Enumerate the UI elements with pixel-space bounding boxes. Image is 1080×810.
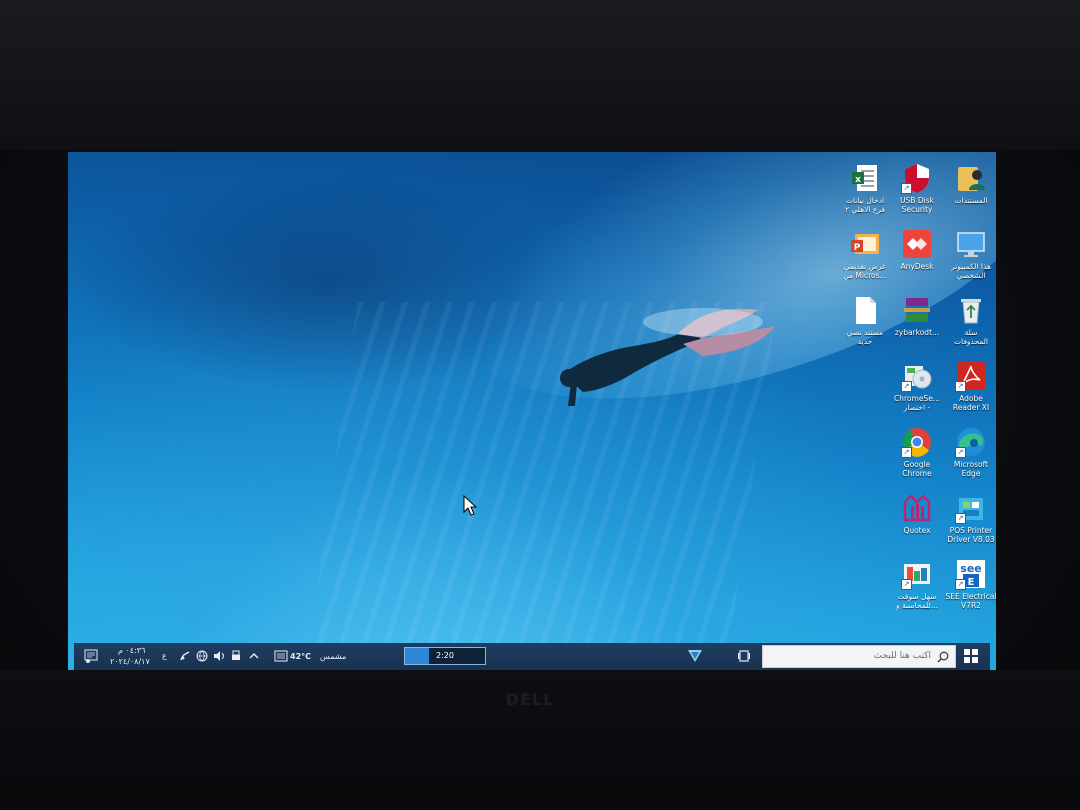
monitor-brand-logo: DELL (505, 690, 555, 709)
shortcut-arrow-icon: ↗ (955, 579, 966, 590)
computer-icon (955, 228, 987, 260)
monitor-bezel-top (0, 0, 1080, 150)
search-icon (937, 651, 949, 663)
office-document-icon: P (849, 228, 881, 260)
edge-icon: ↗ (955, 426, 987, 458)
desktop-icon-recycle-bin[interactable]: سلة المحذوفات (944, 294, 996, 346)
shortcut-arrow-icon: ↗ (901, 381, 912, 392)
usb-device-icon[interactable] (230, 650, 242, 662)
folder-user-icon (955, 162, 987, 194)
shortcut-arrow-icon: ↗ (901, 183, 912, 194)
svg-text:E: E (968, 577, 975, 588)
shortcut-arrow-icon: ↗ (901, 447, 912, 458)
weather-temperature[interactable]: 42°C (290, 652, 311, 661)
chevron-up-icon[interactable] (248, 650, 260, 662)
svg-text:x: x (855, 175, 861, 185)
recycle-bin-icon (955, 294, 987, 326)
mouse-cursor-icon (463, 495, 478, 516)
volume-icon[interactable] (213, 650, 225, 662)
desktop-icon-chromesetup-shortcut[interactable]: ↗ ChromeSe... اختصار - (890, 360, 944, 412)
weather-sun-icon[interactable] (274, 650, 288, 662)
notification-center-icon[interactable] (84, 649, 98, 663)
shortcut-arrow-icon: ↗ (955, 381, 966, 392)
shortcut-arrow-icon: ↗ (901, 579, 912, 590)
svg-text:see: see (960, 562, 981, 575)
timer-label: 2:20 (436, 651, 454, 660)
adobe-reader-icon: ↗ (955, 360, 987, 392)
wallpaper-diver (560, 308, 775, 406)
desktop-icon-new-text-document[interactable]: مستند نصي جديد (838, 294, 892, 346)
anydesk-icon (901, 228, 933, 260)
winrar-icon (901, 294, 933, 326)
chrome-icon: ↗ (901, 426, 933, 458)
desktop-icon-this-pc[interactable]: هذا الكمبيوتر الشخصي (944, 228, 996, 280)
desktop-icon-quotex[interactable]: Quotex (890, 492, 944, 535)
desktop-icon-adobe-reader[interactable]: ↗ Adobe Reader XI (944, 360, 996, 412)
setup-disc-icon: ↗ (901, 360, 933, 392)
desktop-icon-my-documents[interactable]: المستندات (944, 162, 996, 205)
desktop-icon-usb-disk-security[interactable]: ↗ USB Disk Security (890, 162, 944, 214)
desktop-icon-anydesk[interactable]: AnyDesk (890, 228, 944, 271)
desktop-icon-google-chrome[interactable]: ↗ Google Chrome (890, 426, 944, 478)
pen-ink-icon[interactable] (179, 650, 191, 662)
desktop-screen: المستندات ↗ USB Disk Security x ادخال بي… (68, 152, 996, 670)
network-globe-icon[interactable] (196, 650, 208, 662)
shortcut-arrow-icon: ↗ (955, 513, 966, 524)
taskbar-search-box[interactable]: اكتب هنا للبحث (762, 645, 956, 668)
timer-widget[interactable]: 2:20 (404, 647, 486, 665)
svg-text:P: P (854, 243, 861, 253)
text-document-icon (849, 294, 881, 326)
accounting-software-icon: ↗ (901, 558, 933, 590)
desktop-icon-pos-printer-driver[interactable]: ↗ POS Printer Driver V8.03 (944, 492, 996, 544)
desktop-icon-excel-file[interactable]: x ادخال بيانات فرع الاهلي ٢ (838, 162, 892, 214)
desktop-icon-office-file[interactable]: P عرض تقديمي من Micros... (838, 228, 892, 280)
desktop-icon-see-electrical[interactable]: see E ↗ SEE Electrical V7R2 (944, 558, 996, 610)
shortcut-arrow-icon: ↗ (955, 447, 966, 458)
excel-file-icon: x (849, 162, 881, 194)
desktop-icon-winrar-archive[interactable]: zybarkodt... (890, 294, 944, 337)
quotex-icon (901, 492, 933, 524)
task-view-icon[interactable] (738, 650, 750, 662)
weather-description: مشمس (320, 652, 347, 661)
printer-driver-icon: ↗ (955, 492, 987, 524)
clock-time[interactable]: ٠٤:٣٦ م (118, 646, 145, 655)
vpn-app-icon[interactable] (686, 647, 704, 665)
desktop-icon-sahl-software[interactable]: ↗ سهل سوفت للمحاسبة و... (890, 558, 944, 610)
taskbar: اكتب هنا للبحث 2:20 مشمس 42°C ع ٠٤:٣٦ م … (74, 643, 990, 670)
shield-icon: ↗ (901, 162, 933, 194)
see-electrical-icon: see E ↗ (955, 558, 987, 590)
desktop-icon-microsoft-edge[interactable]: ↗ Microsoft Edge (944, 426, 996, 478)
search-placeholder: اكتب هنا للبحث (873, 651, 931, 661)
input-language-indicator[interactable]: ع (162, 651, 167, 660)
clock-date[interactable]: ٢٠٢٤/٠٨/١٧ (110, 657, 150, 666)
windows-start-icon[interactable] (964, 649, 978, 663)
